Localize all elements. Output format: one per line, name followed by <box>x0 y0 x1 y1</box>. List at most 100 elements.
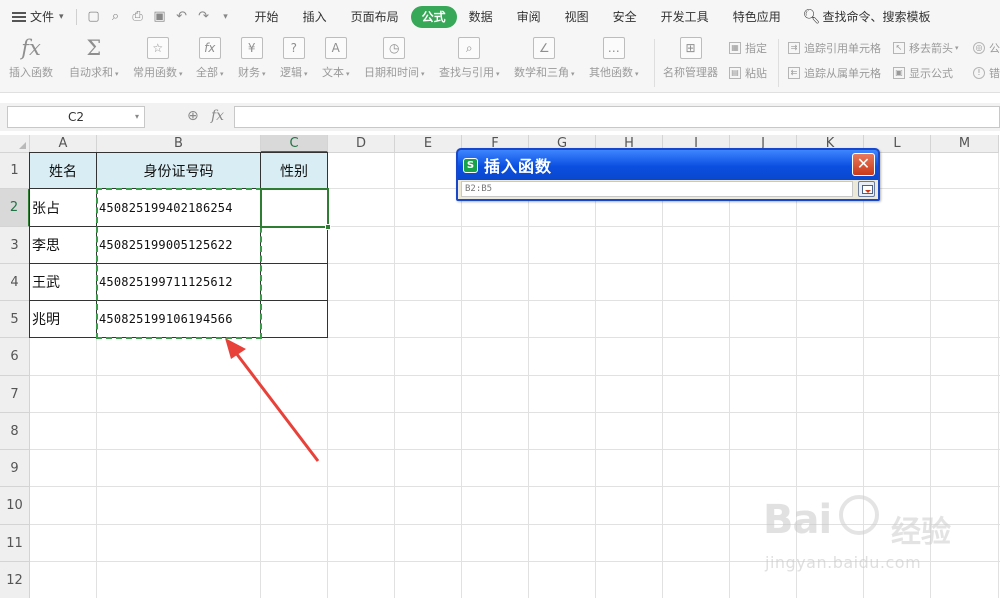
spreadsheet-grid[interactable]: ABCDEFGHIJKLM 1 2 3 4 5 6 7 8 9 10 11 12 姓名 身份证号码 性别张… <box>0 135 1000 598</box>
show-formulas-icon: ▣ <box>893 67 905 79</box>
range-input[interactable]: B2:B5 <box>461 181 853 197</box>
table-cell[interactable] <box>261 227 327 263</box>
column-header-b[interactable]: B <box>97 135 261 153</box>
define-name-button[interactable]: ▦ 指定 <box>729 40 767 56</box>
lookup-icon: ⌕ <box>458 37 481 59</box>
row-header-2[interactable]: 2 <box>0 189 30 227</box>
formula-bar: C2 ▾ ⊕ fx <box>0 103 1000 131</box>
print-preview-icon[interactable]: ▣ <box>149 6 171 28</box>
table-border <box>29 152 30 338</box>
customize-toolbar-icon[interactable]: ▾ <box>215 6 237 28</box>
undo-icon[interactable]: ↶ <box>171 6 193 28</box>
evaluate-icon: ◎ <box>973 42 985 54</box>
tab-start[interactable]: 开始 <box>243 6 291 28</box>
zoom-icon[interactable]: ⊕ <box>187 108 205 126</box>
row-header-9[interactable]: 9 <box>0 450 30 487</box>
row-header-4[interactable]: 4 <box>0 264 30 301</box>
fx-icon: fx <box>21 36 41 60</box>
row-header-10[interactable]: 10 <box>0 487 30 525</box>
dialog-titlebar[interactable]: S 插入函数 ✕ <box>458 150 878 180</box>
other-functions-button[interactable]: … 其他函数 ▾ <box>589 37 639 80</box>
row-header-5[interactable]: 5 <box>0 301 30 338</box>
show-formulas-button[interactable]: ▣ 显示公式 <box>893 65 953 81</box>
column-header-a[interactable]: A <box>30 135 97 153</box>
spreadsheet-app: 文件 ▾ ▢ ⌕ ⎙ ▣ ↶ ↷ ▾ 开始 插入 页面布局 公式 数据 审阅 视… <box>0 0 1000 598</box>
table-cell[interactable] <box>261 301 327 337</box>
dialog-body: B2:B5 <box>458 180 878 199</box>
tab-data[interactable]: 数据 <box>457 6 505 28</box>
logic-functions-button[interactable]: ? 逻辑 ▾ <box>280 37 308 80</box>
row-header-1[interactable]: 1 <box>0 153 30 189</box>
lookup-functions-button[interactable]: ⌕ 查找与引用 ▾ <box>439 37 500 80</box>
table-border <box>96 152 97 338</box>
table-cell[interactable]: 李思 <box>30 227 96 263</box>
tab-page-layout[interactable]: 页面布局 <box>339 6 411 28</box>
text-functions-button[interactable]: A 文本 ▾ <box>322 37 350 80</box>
table-cell[interactable]: 450825199402186254 <box>97 189 260 226</box>
finance-functions-button[interactable]: ¥ 财务 ▾ <box>238 37 266 80</box>
table-border <box>29 337 328 338</box>
tab-insert[interactable]: 插入 <box>291 6 339 28</box>
column-header-m[interactable]: M <box>931 135 999 153</box>
table-cell[interactable]: 450825199106194566 <box>97 301 260 337</box>
common-functions-button[interactable]: ☆ 常用函数 ▾ <box>133 37 183 80</box>
row-header-6[interactable]: 6 <box>0 338 30 376</box>
tab-view[interactable]: 视图 <box>553 6 601 28</box>
format-painter-icon[interactable]: ⌕ <box>105 6 127 28</box>
table-header-cell[interactable]: 身份证号码 <box>97 153 260 188</box>
fill-handle[interactable] <box>325 224 331 230</box>
insert-function-button[interactable]: fx 插入函数 <box>9 36 53 80</box>
remove-arrows-button[interactable]: ↖ 移去箭头 ▾ <box>893 40 959 56</box>
command-search-label: 查找命令、搜索模板 <box>822 10 931 24</box>
row-header-8[interactable]: 8 <box>0 413 30 450</box>
close-button[interactable]: ✕ <box>852 153 875 176</box>
tab-review[interactable]: 审阅 <box>505 6 553 28</box>
expand-dialog-button[interactable] <box>858 181 875 197</box>
table-cell[interactable] <box>261 264 327 300</box>
table-cell[interactable]: 张占 <box>30 189 96 226</box>
table-cell[interactable]: 兆明 <box>30 301 96 337</box>
row-header-11[interactable]: 11 <box>0 525 30 562</box>
table-cell[interactable]: 450825199005125622 <box>97 227 260 263</box>
row-header-3[interactable]: 3 <box>0 227 30 264</box>
all-functions-button[interactable]: fx 全部 ▾ <box>196 37 224 80</box>
tab-security[interactable]: 安全 <box>601 6 649 28</box>
column-header-e[interactable]: E <box>395 135 462 153</box>
fx-icon[interactable]: fx <box>211 108 224 124</box>
active-cell-c2[interactable] <box>260 188 331 230</box>
math-functions-button[interactable]: ∠ 数学和三角 ▾ <box>514 37 575 80</box>
tab-developer[interactable]: 开发工具 <box>649 6 721 28</box>
dialog-title: 插入函数 <box>484 157 553 176</box>
name-manager-button[interactable]: ⊞ 名称管理器 <box>663 37 718 80</box>
table-header-cell[interactable]: 性别 <box>261 153 327 188</box>
select-all-corner[interactable] <box>0 135 30 153</box>
file-menu-button[interactable]: 文件 ▾ <box>0 0 70 33</box>
table-cell[interactable]: 450825199711125612 <box>97 264 260 300</box>
redo-icon[interactable]: ↷ <box>193 6 215 28</box>
row-header-7[interactable]: 7 <box>0 376 30 413</box>
column-header-c[interactable]: C <box>261 135 328 153</box>
sigma-icon: Σ <box>86 36 102 60</box>
paste-name-button[interactable]: ▤ 粘贴 <box>729 65 767 81</box>
command-search[interactable]: 🔍︎ 查找命令、搜索模板 <box>803 8 931 25</box>
error-check-icon: ! <box>973 67 985 79</box>
trace-precedents-button[interactable]: ⇉ 追踪引用单元格 <box>788 40 881 56</box>
trace-dependents-button[interactable]: ⇇ 追踪从属单元格 <box>788 65 881 81</box>
save-icon[interactable]: ▢ <box>83 6 105 28</box>
formula-evaluate-button[interactable]: ◎ 公 <box>973 40 1000 56</box>
formula-input[interactable] <box>234 106 1000 128</box>
print-icon[interactable]: ⎙ <box>127 6 149 28</box>
column-header-d[interactable]: D <box>328 135 395 153</box>
table-header-cell[interactable]: 姓名 <box>30 153 96 188</box>
row-header-12[interactable]: 12 <box>0 562 30 598</box>
tab-special-apps[interactable]: 特色应用 <box>721 6 793 28</box>
table-border <box>29 263 328 264</box>
datetime-functions-button[interactable]: ◷ 日期和时间 ▾ <box>364 37 425 80</box>
table-cell[interactable]: 王武 <box>30 264 96 300</box>
tab-formulas[interactable]: 公式 <box>410 5 457 28</box>
name-box[interactable]: C2 ▾ <box>7 106 145 128</box>
datetime-icon: ◷ <box>383 37 406 59</box>
trace-precedents-icon: ⇉ <box>788 42 800 54</box>
error-check-button[interactable]: ! 错 <box>973 65 1000 81</box>
autosum-button[interactable]: Σ 自动求和 ▾ <box>69 36 119 80</box>
